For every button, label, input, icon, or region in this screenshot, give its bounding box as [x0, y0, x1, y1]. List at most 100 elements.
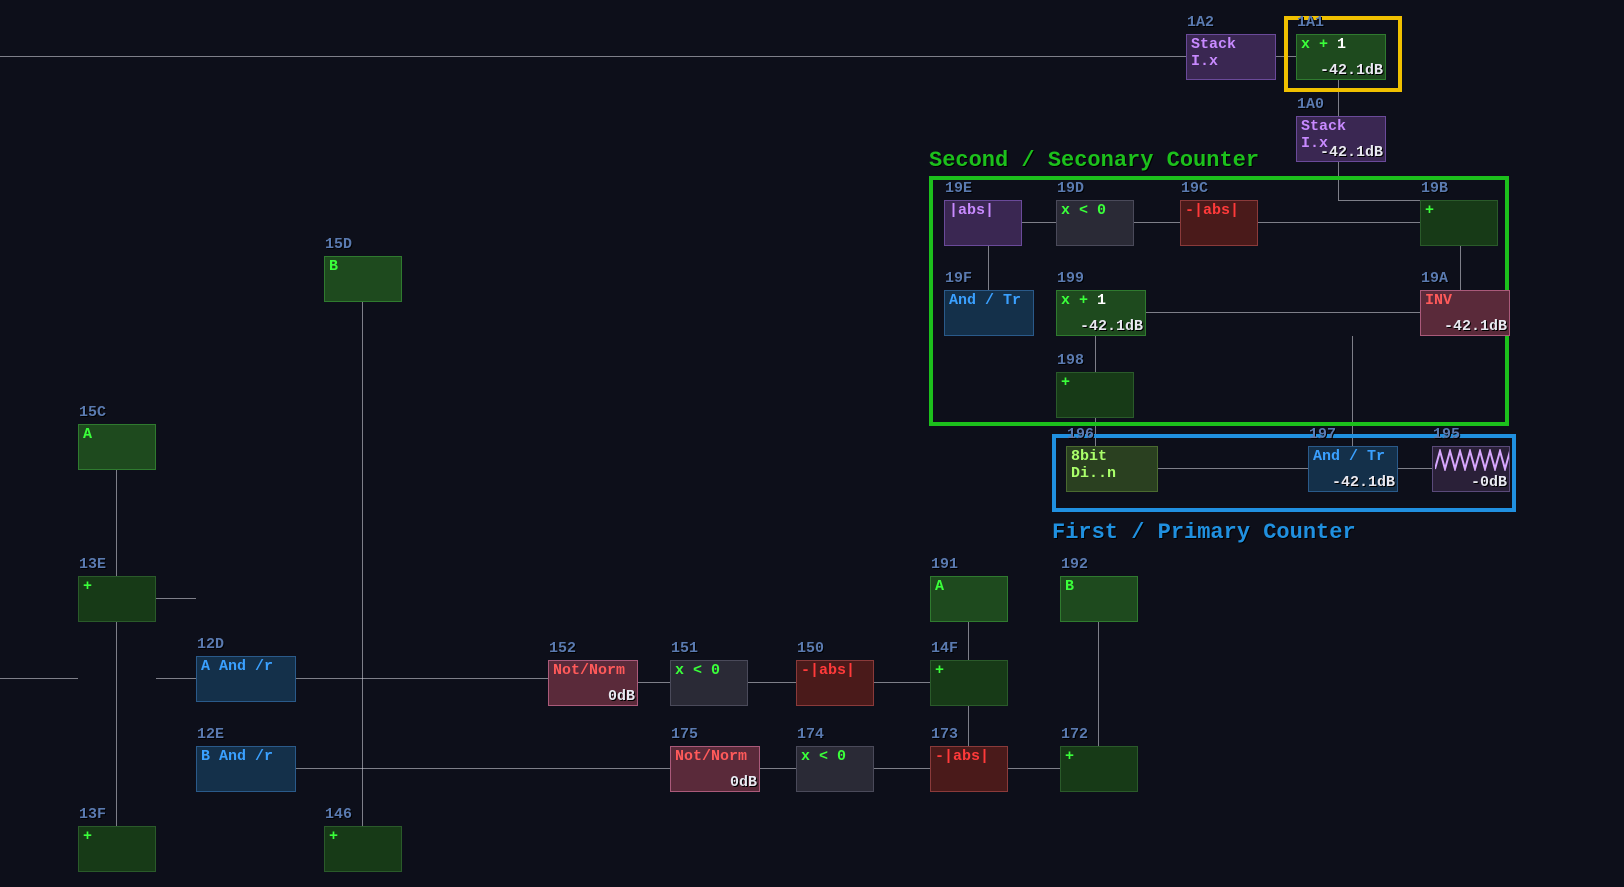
node-label: A And /r — [197, 657, 295, 676]
node-id-label: 15D — [325, 237, 352, 254]
node-15D[interactable]: 15DB — [324, 256, 402, 302]
node-19E[interactable]: 19E|abs| — [944, 200, 1022, 246]
wire — [296, 768, 670, 769]
wire — [874, 682, 930, 683]
node-footer: -42.1dB — [1080, 319, 1143, 336]
node-label: 8bit Di..n — [1067, 447, 1157, 482]
node-152[interactable]: 152Not/Norm0dB — [548, 660, 638, 706]
node-label: x < 0 — [1057, 201, 1133, 220]
node-id-label: 192 — [1061, 557, 1088, 574]
node-195[interactable]: 195-0dB — [1432, 446, 1510, 492]
node-1A1[interactable]: 1A1x + 1-42.1dB — [1296, 34, 1386, 80]
node-19B[interactable]: 19B+ — [1420, 200, 1498, 246]
node-label: B And /r — [197, 747, 295, 766]
node-175[interactable]: 175Not/Norm0dB — [670, 746, 760, 792]
node-label: B — [1061, 577, 1137, 596]
node-198[interactable]: 198+ — [1056, 372, 1134, 418]
node-172[interactable]: 172+ — [1060, 746, 1138, 792]
node-197[interactable]: 197And / Tr-42.1dB — [1308, 446, 1398, 492]
node-label: B — [325, 257, 401, 276]
group-label: Second / Seconary Counter — [929, 148, 1259, 173]
node-id-label: 14F — [931, 641, 958, 658]
wire — [156, 598, 196, 599]
node-150[interactable]: 150-|abs| — [796, 660, 874, 706]
node-13E[interactable]: 13E+ — [78, 576, 156, 622]
node-footer: -0dB — [1471, 475, 1507, 492]
node-label: |abs| — [945, 201, 1021, 220]
node-label: + — [931, 661, 1007, 680]
node-146[interactable]: 146+ — [324, 826, 402, 872]
node-id-label: 1A1 — [1297, 15, 1324, 32]
node-id-label: 19C — [1181, 181, 1208, 198]
node-label: Stack I.x — [1187, 35, 1275, 70]
node-id-label: 199 — [1057, 271, 1084, 288]
node-id-label: 19B — [1421, 181, 1448, 198]
node-id-label: 19F — [945, 271, 972, 288]
wire — [296, 678, 548, 679]
node-196[interactable]: 1968bit Di..n — [1066, 446, 1158, 492]
node-19A[interactable]: 19AINV-42.1dB — [1420, 290, 1510, 336]
node-192[interactable]: 192B — [1060, 576, 1138, 622]
node-id-label: 1A0 — [1297, 97, 1324, 114]
node-173[interactable]: 173-|abs| — [930, 746, 1008, 792]
node-label: A — [931, 577, 1007, 596]
node-label: + — [1057, 373, 1133, 392]
node-label: x + 1 — [1297, 35, 1385, 54]
node-label: x + 1 — [1057, 291, 1145, 310]
wire — [760, 768, 796, 769]
node-id-label: 151 — [671, 641, 698, 658]
node-label: A — [79, 425, 155, 444]
node-id-label: 13F — [79, 807, 106, 824]
wire — [116, 470, 117, 576]
node-174[interactable]: 174x < 0 — [796, 746, 874, 792]
node-14F[interactable]: 14F+ — [930, 660, 1008, 706]
node-199[interactable]: 199x + 1-42.1dB — [1056, 290, 1146, 336]
wire — [874, 768, 930, 769]
node-19C[interactable]: 19C-|abs| — [1180, 200, 1258, 246]
node-label: x < 0 — [797, 747, 873, 766]
node-id-label: 12D — [197, 637, 224, 654]
node-15C[interactable]: 15CA — [78, 424, 156, 470]
wire — [156, 678, 196, 679]
node-id-label: 150 — [797, 641, 824, 658]
node-19F[interactable]: 19FAnd / Tr — [944, 290, 1034, 336]
node-id-label: 146 — [325, 807, 352, 824]
node-label: -|abs| — [1181, 201, 1257, 220]
wire — [748, 682, 796, 683]
wire — [968, 622, 969, 660]
node-19D[interactable]: 19Dx < 0 — [1056, 200, 1134, 246]
node-id-label: 175 — [671, 727, 698, 744]
node-id-label: 152 — [549, 641, 576, 658]
wire — [638, 682, 670, 683]
node-id-label: 196 — [1067, 427, 1094, 444]
oscillator-wave-icon — [1435, 449, 1509, 471]
node-footer: -42.1dB — [1444, 319, 1507, 336]
node-label: + — [325, 827, 401, 846]
node-12E[interactable]: 12EB And /r — [196, 746, 296, 792]
node-label: + — [79, 577, 155, 596]
node-id-label: 195 — [1433, 427, 1460, 444]
node-id-label: 19A — [1421, 271, 1448, 288]
node-footer: -42.1dB — [1320, 145, 1383, 162]
node-label: + — [1421, 201, 1497, 220]
wire — [1098, 622, 1099, 746]
node-label: x < 0 — [671, 661, 747, 680]
node-13F[interactable]: 13F+ — [78, 826, 156, 872]
node-id-label: 174 — [797, 727, 824, 744]
wire — [0, 678, 78, 679]
node-footer: 0dB — [730, 775, 757, 792]
node-id-label: 12E — [197, 727, 224, 744]
node-label: -|abs| — [931, 747, 1007, 766]
node-footer: -42.1dB — [1332, 475, 1395, 492]
node-151[interactable]: 151x < 0 — [670, 660, 748, 706]
node-id-label: 172 — [1061, 727, 1088, 744]
node-footer: -42.1dB — [1320, 63, 1383, 80]
node-12D[interactable]: 12DA And /r — [196, 656, 296, 702]
node-footer: 0dB — [608, 689, 635, 706]
wire — [116, 622, 117, 826]
node-1A2[interactable]: 1A2Stack I.x — [1186, 34, 1276, 80]
node-191[interactable]: 191A — [930, 576, 1008, 622]
node-1A0[interactable]: 1A0Stack I.x-42.1dB — [1296, 116, 1386, 162]
node-id-label: 198 — [1057, 353, 1084, 370]
node-graph-canvas[interactable]: Second / Seconary CounterFirst / Primary… — [0, 0, 1624, 887]
